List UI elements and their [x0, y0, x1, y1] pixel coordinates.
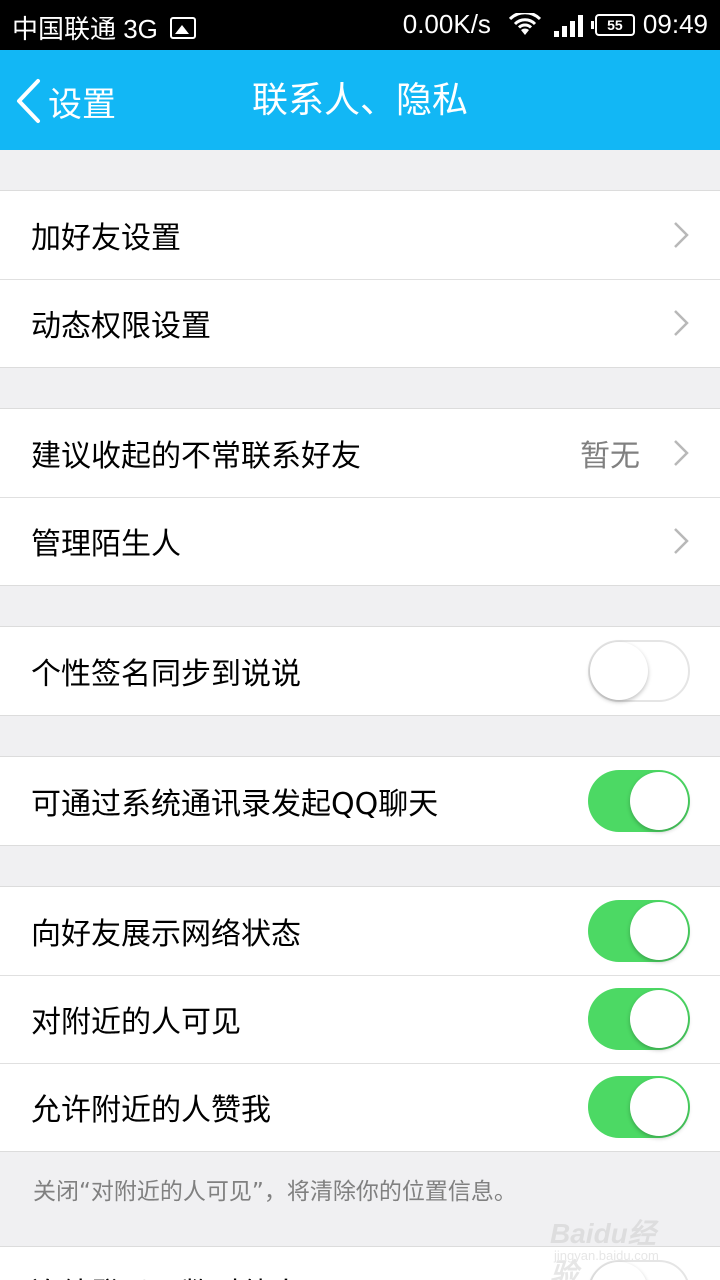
manage-strangers-row[interactable]: 管理陌生人 [0, 497, 720, 585]
status-left: 中国联通 3G [12, 9, 196, 46]
row-value: 暂无 [580, 439, 640, 474]
watermark-subtext: jingyan.baidu.com [554, 1248, 659, 1263]
wifi-icon [508, 12, 541, 35]
status-bar: 中国联通 3G 0.00K/s 55 09:49 [0, 0, 720, 50]
network-status-toggle[interactable] [588, 900, 690, 962]
chevron-right-icon [674, 528, 689, 554]
chevron-right-icon [674, 222, 689, 248]
row-label: 动态权限设置 [31, 309, 211, 344]
clock: 09:49 [642, 9, 708, 39]
watermark-text: Baidu经验 [550, 1218, 656, 1280]
chevron-right-icon [674, 440, 689, 466]
settings-group-contacts: 建议收起的不常联系好友 暂无 管理陌生人 [0, 408, 720, 586]
settings-group-friends: 加好友设置 动态权限设置 [0, 190, 720, 368]
row-label: 建议收起的不常联系好友 [31, 439, 361, 474]
row-label: 允许附近的人赞我 [31, 1093, 271, 1128]
row-label: 管理陌生人 [31, 527, 181, 562]
inactive-friends-row[interactable]: 建议收起的不常联系好友 暂无 [0, 409, 720, 497]
page-title: 联系人、隐私 [251, 80, 468, 121]
row-label: 对附近的人可见 [31, 1005, 241, 1040]
network-speed: 0.00K/s [402, 9, 491, 39]
carrier-label: 中国联通 3G [12, 14, 158, 44]
signature-sync-row: 个性签名同步到说说 [0, 627, 720, 715]
settings-group-address-book: 可通过系统通讯录发起QQ聊天 [0, 756, 720, 846]
nearby-like-row: 允许附近的人赞我 [0, 1063, 720, 1151]
image-notification-icon [169, 16, 196, 39]
add-friend-settings-row[interactable]: 加好友设置 [0, 191, 720, 279]
baidu-watermark: Baidu经验 jingyan.baidu.com [550, 1212, 680, 1280]
visible-nearby-toggle[interactable] [588, 988, 690, 1050]
signal-icon [551, 13, 583, 37]
nearby-like-toggle[interactable] [588, 1076, 690, 1138]
status-right: 0.00K/s 55 09:49 [403, 9, 708, 40]
row-label: 向好友展示网络状态 [31, 917, 301, 952]
battery-icon: 55 [590, 13, 635, 36]
settings-list: 加好友设置 动态权限设置 建议收起的不常联系好友 暂无 管理陌生人 个性签名同步… [0, 150, 720, 1280]
row-label: 连续登录天数对他人可见 [31, 1269, 361, 1280]
address-book-chat-row: 可通过系统通讯录发起QQ聊天 [0, 757, 720, 845]
visible-nearby-row: 对附近的人可见 [0, 975, 720, 1063]
feed-permission-settings-row[interactable]: 动态权限设置 [0, 279, 720, 367]
row-label: 可通过系统通讯录发起QQ聊天 [31, 787, 439, 822]
nav-bar: 设置 联系人、隐私 [0, 50, 720, 150]
row-label: 个性签名同步到说说 [31, 657, 301, 692]
signature-sync-toggle[interactable] [588, 640, 690, 702]
network-status-row: 向好友展示网络状态 [0, 887, 720, 975]
row-label: 加好友设置 [31, 221, 181, 256]
address-book-chat-toggle[interactable] [588, 770, 690, 832]
settings-group-signature: 个性签名同步到说说 [0, 626, 720, 716]
settings-group-visibility: 向好友展示网络状态 对附近的人可见 允许附近的人赞我 [0, 886, 720, 1152]
chevron-right-icon [674, 310, 689, 336]
